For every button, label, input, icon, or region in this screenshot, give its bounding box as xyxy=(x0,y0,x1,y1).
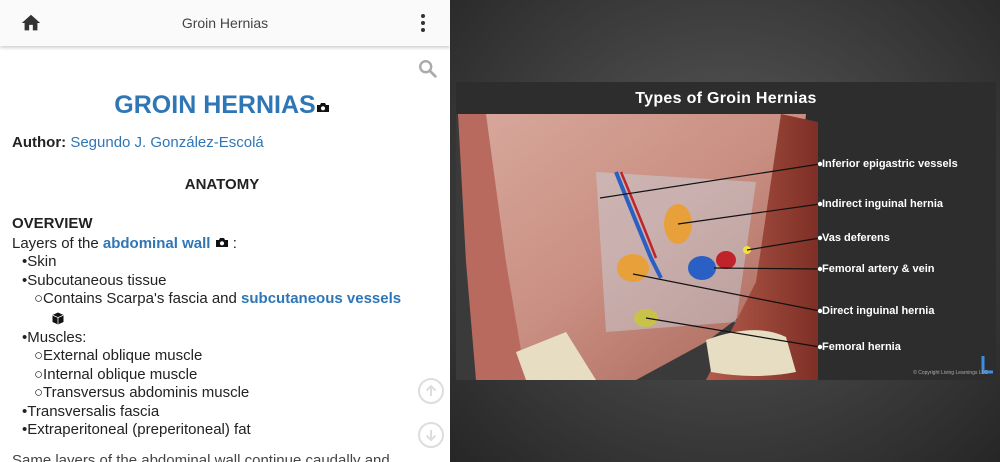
document-title: GROIN HERNIAS xyxy=(12,88,432,122)
list-item: ○Transversus abdominis muscle xyxy=(34,384,250,401)
arrow-up-circle-icon[interactable] xyxy=(418,378,444,404)
app-bar: Groin Hernias xyxy=(0,0,450,46)
subcutaneous-vessels-link[interactable]: subcutaneous vessels xyxy=(241,290,401,307)
list-item: •Skin xyxy=(22,253,57,270)
layers-paragraph: Layers of the abdominal wall : xyxy=(12,234,237,253)
camera-icon[interactable] xyxy=(215,234,229,253)
label-direct-inguinal: Direct inguinal hernia xyxy=(822,305,935,317)
list-item: •Subcutaneous tissue xyxy=(22,271,167,289)
label-femoral-hernia: Femoral hernia xyxy=(822,341,901,353)
list-item: ○Internal oblique muscle xyxy=(34,365,198,383)
author-link[interactable]: Segundo J. González-Escolá xyxy=(70,134,263,151)
app-bar-title: Groin Hernias xyxy=(181,15,269,31)
author-line: Author: Segundo J. González-Escolá xyxy=(12,134,264,151)
list-item: •Transversalis fascia xyxy=(22,402,160,420)
arrow-down-circle-icon[interactable] xyxy=(418,422,444,448)
cube-icon[interactable] xyxy=(12,309,432,329)
copyright-text: © Copyright Living Learnings LLC xyxy=(913,370,988,376)
search-icon[interactable] xyxy=(417,58,439,80)
cut-off-paragraph: Same layers of the abdominal wall contin… xyxy=(12,452,390,462)
list-item: ○Contains Scarpa's fascia and subcutaneo… xyxy=(34,290,402,307)
abdominal-wall-link[interactable]: abdominal wall xyxy=(103,235,211,252)
slide-title: Types of Groin Hernias xyxy=(635,90,817,107)
image-viewer: Types of Groin Hernias Inferior epigastr… xyxy=(450,0,1000,462)
camera-icon[interactable] xyxy=(316,88,330,122)
more-vert-icon[interactable] xyxy=(416,12,430,34)
label-indirect-inguinal: Indirect inguinal hernia xyxy=(822,198,944,210)
section-heading: ANATOMY xyxy=(184,176,260,193)
document-pane: Groin Hernias GROIN HERNIAS Author: Segu… xyxy=(0,0,450,462)
anatomy-illustration xyxy=(456,114,993,380)
document-content: GROIN HERNIAS Author: Segundo J. Gonzále… xyxy=(12,88,432,440)
list-item: •Extraperitoneal (preperitoneal) fat xyxy=(22,421,251,438)
label-femoral-artery-vein: Femoral artery & vein xyxy=(822,263,935,275)
list-item: •Muscles: xyxy=(22,328,87,346)
label-vas-deferens: Vas deferens xyxy=(822,232,890,244)
label-inferior-epigastric: Inferior epigastric vessels xyxy=(822,158,958,170)
anatomy-slide[interactable]: Types of Groin Hernias Inferior epigastr… xyxy=(456,82,996,380)
overview-heading: OVERVIEW xyxy=(12,215,93,232)
list-item: ○External oblique muscle xyxy=(34,347,203,364)
